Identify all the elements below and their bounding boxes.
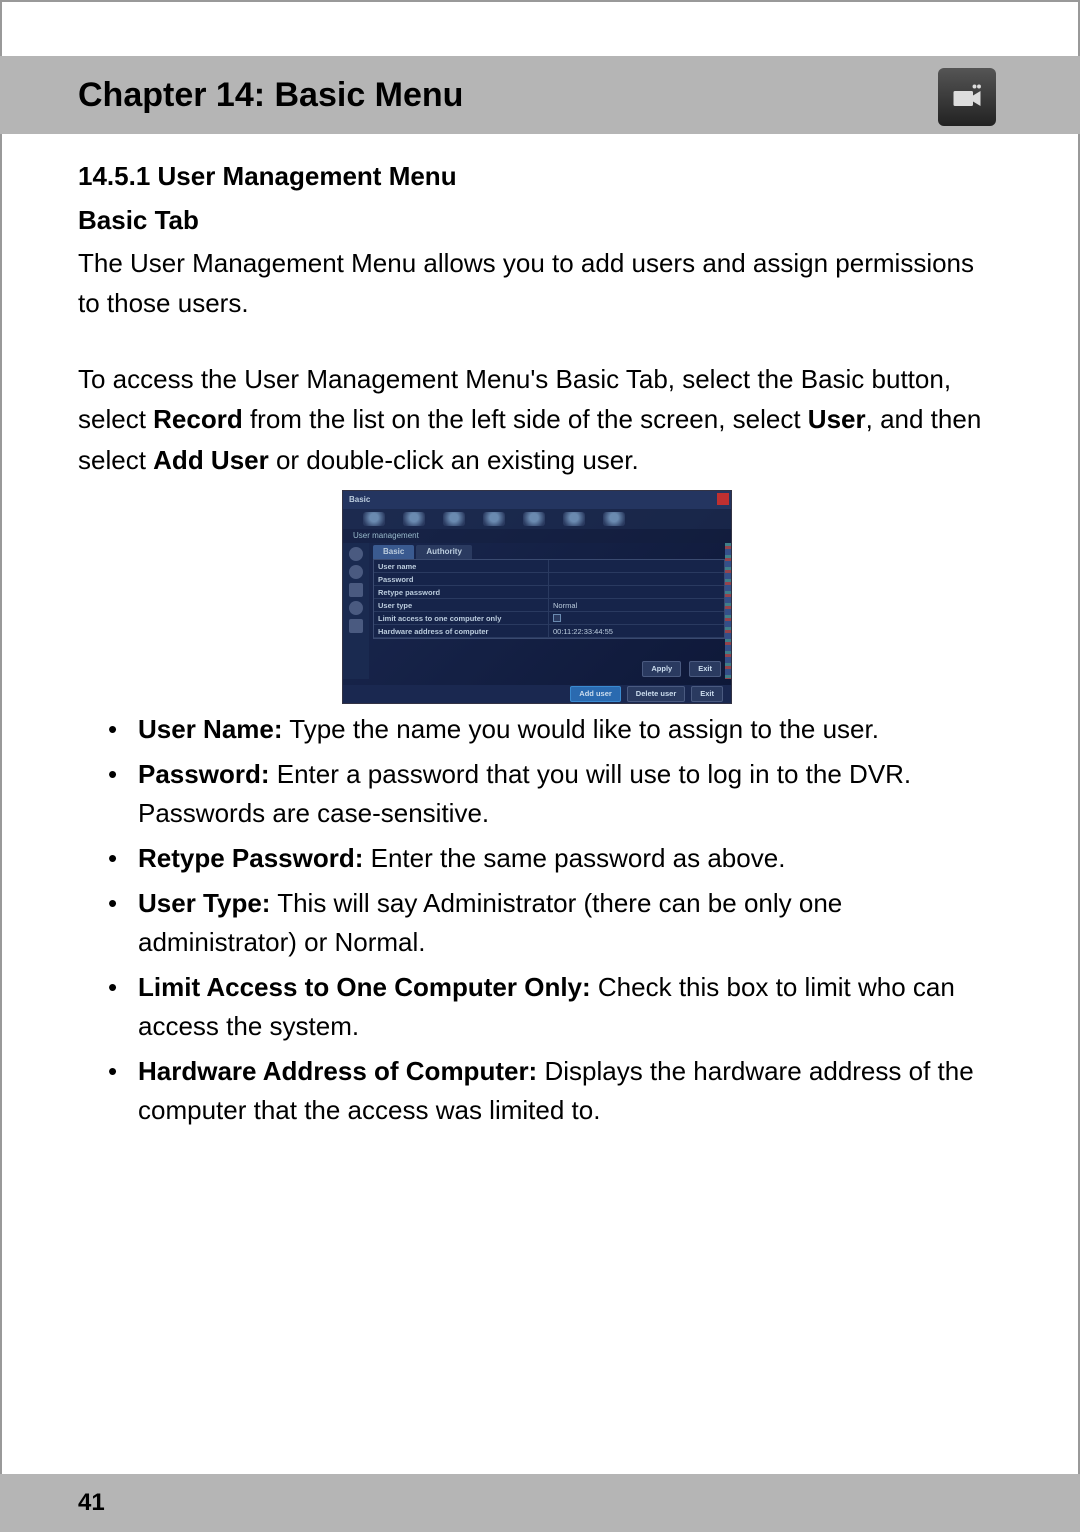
username-input[interactable] (549, 560, 724, 572)
bullet-label: Retype Password: (138, 843, 363, 873)
access-text2: from the list on the left side of the sc… (243, 404, 808, 434)
sidebar-icon[interactable] (349, 601, 363, 615)
toolbar-icon[interactable] (483, 512, 505, 526)
field-label: User name (374, 560, 549, 572)
camera-icon (938, 68, 996, 126)
toolbar-icon[interactable] (363, 512, 385, 526)
toolbar-icon[interactable] (443, 512, 465, 526)
list-item: Password: Enter a password that you will… (138, 755, 996, 833)
ss-right-stripe (725, 543, 731, 679)
field-label: User type (374, 599, 549, 611)
limit-access-checkbox[interactable] (549, 612, 724, 624)
access-text4: or double-click an existing user. (269, 445, 639, 475)
ss-sidebar (343, 543, 369, 679)
list-item: Retype Password: Enter the same password… (138, 839, 996, 878)
field-label: Retype password (374, 586, 549, 598)
breadcrumb: User management (343, 529, 731, 543)
footer-exit-button[interactable]: Exit (691, 686, 723, 702)
ss-form-table: User name Password Retype password User … (373, 559, 725, 639)
close-icon[interactable] (717, 493, 729, 505)
access-add-user: Add User (153, 445, 269, 475)
tab-authority[interactable]: Authority (416, 545, 472, 559)
ss-topbar: Basic (343, 491, 731, 509)
toolbar-icon[interactable] (523, 512, 545, 526)
bullet-label: Hardware Address of Computer: (138, 1056, 537, 1086)
toolbar-icon[interactable] (403, 512, 425, 526)
user-type-select[interactable]: Normal (549, 599, 724, 611)
field-label: Password (374, 573, 549, 585)
sidebar-icon[interactable] (349, 583, 363, 597)
chapter-title: Chapter 14: Basic Menu (78, 76, 463, 115)
list-item: Hardware Address of Computer: Displays t… (138, 1052, 996, 1130)
password-input[interactable] (549, 573, 724, 585)
field-description-list: User Name: Type the name you would like … (78, 710, 996, 1130)
hardware-address-value: 00:11:22:33:44:55 (549, 625, 724, 637)
chapter-header: Chapter 14: Basic Menu (0, 56, 1080, 134)
toolbar-icon[interactable] (563, 512, 585, 526)
delete-user-button[interactable]: Delete user (627, 686, 685, 702)
toolbar-icon[interactable] (603, 512, 625, 526)
ss-main: Basic Authority User name Password Retyp… (369, 543, 731, 679)
access-record: Record (153, 404, 243, 434)
add-user-button[interactable]: Add user (570, 686, 621, 702)
ss-window-title: Basic (349, 494, 370, 506)
sidebar-icon[interactable] (349, 565, 363, 579)
ss-footer: Add user Delete user Exit (343, 685, 731, 703)
bullet-label: User Type: (138, 888, 270, 918)
exit-button[interactable]: Exit (689, 661, 721, 677)
list-item: User Type: This will say Administrator (… (138, 884, 996, 962)
ss-toolbar (343, 509, 731, 529)
tab-basic[interactable]: Basic (373, 545, 414, 559)
embedded-screenshot: Basic User management (342, 490, 732, 704)
bullet-text: Type the name you would like to assign t… (283, 714, 879, 744)
intro-paragraph: The User Management Menu allows you to a… (78, 243, 996, 324)
bullet-label: User Name: (138, 714, 283, 744)
embedded-screenshot-wrap: Basic User management (78, 490, 996, 704)
page-number: 41 (78, 1489, 105, 1517)
apply-button[interactable]: Apply (642, 661, 681, 677)
field-label: Hardware address of computer (374, 625, 549, 637)
sidebar-icon[interactable] (349, 619, 363, 633)
bullet-label: Limit Access to One Computer Only: (138, 972, 591, 1002)
access-user: User (808, 404, 866, 434)
sidebar-icon[interactable] (349, 547, 363, 561)
page-footer: 41 (0, 1474, 1080, 1532)
bullet-text: Enter the same password as above. (363, 843, 785, 873)
access-paragraph: To access the User Management Menu's Bas… (78, 359, 996, 480)
page-content: 14.5.1 User Management Menu Basic Tab Th… (78, 156, 996, 1136)
retype-password-input[interactable] (549, 586, 724, 598)
list-item: Limit Access to One Computer Only: Check… (138, 968, 996, 1046)
section-number-title: 14.5.1 User Management Menu (78, 156, 996, 196)
section-subheading: Basic Tab (78, 200, 996, 240)
field-label: Limit access to one computer only (374, 612, 549, 624)
bullet-label: Password: (138, 759, 270, 789)
list-item: User Name: Type the name you would like … (138, 710, 996, 749)
